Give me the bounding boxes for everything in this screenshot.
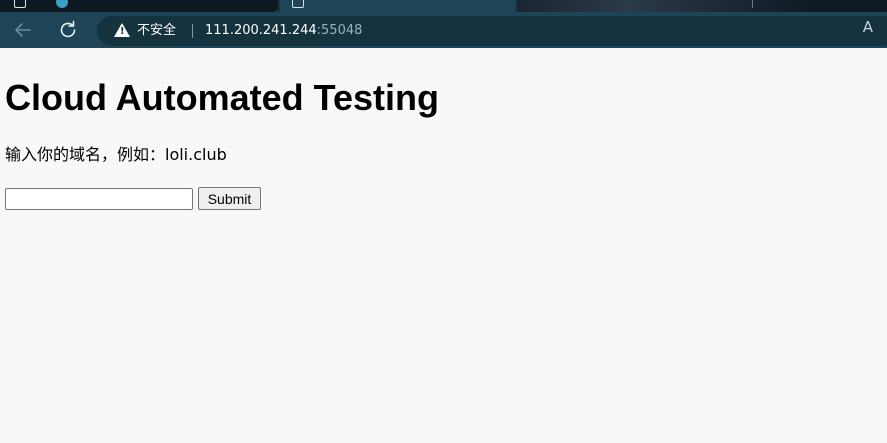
arrow-left-icon	[15, 23, 31, 37]
address-bar[interactable]: ! 不安全 111.200.241.244:55048	[97, 16, 887, 46]
submit-button[interactable]: Submit	[198, 187, 261, 210]
page-content: Cloud Automated Testing 输入你的域名，例如：loli.c…	[0, 48, 887, 443]
browser-toolbar: ! 不安全 111.200.241.244:55048 A	[0, 12, 887, 48]
read-aloud-icon[interactable]: A	[863, 18, 873, 36]
warning-exclamation: !	[120, 26, 125, 37]
tab-strip	[0, 0, 887, 12]
url-text[interactable]: 111.200.241.244:55048	[205, 23, 362, 39]
domain-prompt: 输入你的域名，例如：loli.club	[5, 145, 227, 164]
reload-icon	[60, 20, 76, 38]
domain-input[interactable]	[5, 188, 193, 210]
security-status-label[interactable]: 不安全	[137, 23, 176, 39]
tab-inactive-1[interactable]	[0, 0, 278, 12]
page-title: Cloud Automated Testing	[5, 77, 439, 118]
tab-active[interactable]	[280, 0, 516, 12]
tab-divider	[752, 0, 753, 8]
page-icon	[14, 0, 26, 8]
back-button[interactable]	[11, 18, 35, 42]
tab-inactive-2[interactable]	[518, 0, 887, 12]
url-port: :55048	[316, 23, 363, 38]
reload-button[interactable]	[56, 18, 80, 42]
url-host: 111.200.241.244	[205, 23, 317, 38]
site-favicon-icon	[56, 0, 68, 8]
address-bar-divider	[192, 24, 193, 38]
page-icon	[292, 0, 304, 8]
